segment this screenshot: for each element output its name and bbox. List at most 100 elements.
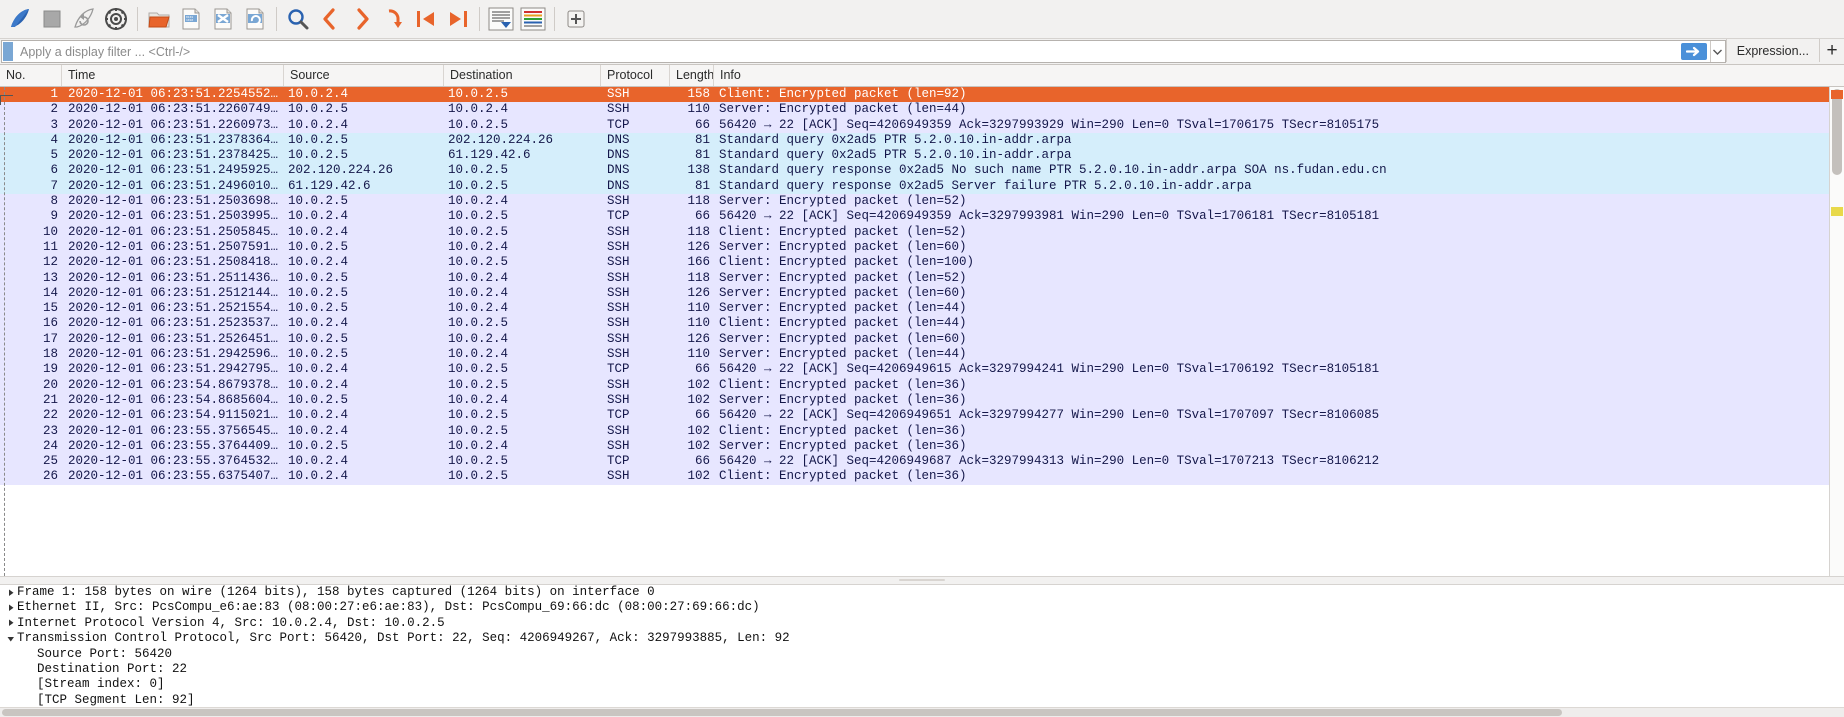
packet-info: Client: Encrypted packet (len=100): [719, 255, 975, 270]
save-file-icon[interactable]: 0101 1010: [175, 3, 207, 35]
table-row[interactable]: 23 2020-12-01 06:23:55.3756545… 10.0.2.4 10…: [0, 423, 1829, 439]
bookmark-icon[interactable]: [3, 42, 13, 61]
chevron-right-icon[interactable]: [4, 585, 17, 600]
table-row[interactable]: 18 2020-12-01 06:23:51.2942596… 10.0.2.5 10…: [0, 347, 1829, 363]
table-row[interactable]: 7 2020-12-01 06:23:51.2496010… 61.129.42.6…: [0, 178, 1829, 195]
packet-info: Server: Encrypted packet (len=36): [719, 438, 967, 453]
table-row[interactable]: 6 2020-12-01 06:23:51.2495925… 202.120.224…: [0, 163, 1829, 179]
packet-no: 6: [50, 163, 58, 178]
detail-tree-item[interactable]: [TCP Segment Len: 92]: [0, 693, 1844, 707]
packet-no: 24: [42, 438, 58, 453]
filter-expression-button[interactable]: Expression...: [1725, 39, 1819, 62]
detail-tree-item[interactable]: [Stream index: 0]: [0, 677, 1844, 692]
packet-protocol: SSH: [607, 377, 630, 392]
detail-tree-item[interactable]: Ethernet II, Src: PcsCompu_e6:ae:83 (08:…: [0, 600, 1844, 615]
table-row[interactable]: 15 2020-12-01 06:23:51.2521554… 10.0.2.5 10…: [0, 301, 1829, 317]
table-row[interactable]: 13 2020-12-01 06:23:51.2511436… 10.0.2.5 10…: [0, 270, 1829, 286]
scrollbar-thumb[interactable]: [1832, 89, 1842, 175]
packet-protocol: SSH: [607, 239, 630, 254]
display-filter-input[interactable]: Apply a display filter ... <Ctrl-/>: [1, 40, 1726, 63]
chevron-right-icon[interactable]: [4, 600, 17, 615]
horizontal-scrollbar[interactable]: [0, 707, 1844, 717]
table-row[interactable]: 3 2020-12-01 06:23:51.2260973… 10.0.2.4 10.…: [0, 117, 1829, 133]
auto-scroll-icon[interactable]: [485, 3, 517, 35]
detail-tree-item[interactable]: Source Port: 56420: [0, 647, 1844, 662]
find-packet-icon[interactable]: [282, 3, 314, 35]
close-file-icon[interactable]: [207, 3, 239, 35]
table-row[interactable]: 5 2020-12-01 06:23:51.2378425… 10.0.2.5 61.…: [0, 148, 1829, 164]
packet-destination: 10.0.2.4: [448, 239, 509, 254]
packet-rows[interactable]: 1 2020-12-01 06:23:51.2254552… 10.0.2.4 10.…: [0, 87, 1829, 576]
table-row[interactable]: 25 2020-12-01 06:23:55.3764532… 10.0.2.4 10…: [0, 454, 1829, 470]
table-row[interactable]: 9 2020-12-01 06:23:51.2503995… 10.0.2.4 10.…: [0, 209, 1829, 225]
start-capture-icon[interactable]: [4, 3, 36, 35]
table-row[interactable]: 21 2020-12-01 06:23:54.8685604… 10.0.2.5 10…: [0, 392, 1829, 409]
table-row[interactable]: 11 2020-12-01 06:23:51.2507591… 10.0.2.5 10…: [0, 239, 1829, 256]
table-row[interactable]: 22 2020-12-01 06:23:54.9115021… 10.0.2.4 10…: [0, 408, 1829, 424]
add-filter-button[interactable]: +: [1819, 39, 1844, 62]
column-header-time[interactable]: Time: [62, 65, 284, 86]
go-forward-icon[interactable]: [346, 3, 378, 35]
detail-tree-item[interactable]: Internet Protocol Version 4, Src: 10.0.2…: [0, 616, 1844, 631]
chevron-right-icon[interactable]: [4, 616, 17, 631]
packet-time: 2020-12-01 06:23:51.2260973…: [68, 117, 279, 132]
packet-info: Standard query 0x2ad5 PTR 5.2.0.10.in-ad…: [719, 132, 1072, 147]
restart-capture-icon[interactable]: [68, 3, 100, 35]
packet-length: 66: [694, 362, 710, 377]
column-header-info[interactable]: Info: [714, 65, 1844, 86]
table-row[interactable]: 10 2020-12-01 06:23:51.2505845… 10.0.2.4 10…: [0, 224, 1829, 240]
packet-no: 7: [50, 178, 58, 193]
capture-options-icon[interactable]: [100, 3, 132, 35]
zoom-in-icon[interactable]: [560, 3, 592, 35]
open-file-icon[interactable]: [143, 3, 175, 35]
table-row[interactable]: 14 2020-12-01 06:23:51.2512144… 10.0.2.5 10…: [0, 285, 1829, 302]
go-to-last-icon[interactable]: [442, 3, 474, 35]
go-back-icon[interactable]: [314, 3, 346, 35]
table-row[interactable]: 17 2020-12-01 06:23:51.2526451… 10.0.2.5 10…: [0, 331, 1829, 348]
packet-time: 2020-12-01 06:23:51.2378364…: [68, 132, 279, 147]
chevron-down-icon[interactable]: [1709, 41, 1725, 62]
detail-tree-item[interactable]: Destination Port: 22: [0, 662, 1844, 677]
stop-capture-icon[interactable]: [36, 3, 68, 35]
toolbar-separator: [137, 7, 138, 31]
pane-splitter[interactable]: [0, 576, 1844, 585]
main-toolbar: 0101 1010: [0, 0, 1844, 39]
table-row[interactable]: 19 2020-12-01 06:23:51.2942795… 10.0.2.4 10…: [0, 362, 1829, 378]
packet-details-pane[interactable]: Frame 1: 158 bytes on wire (1264 bits), …: [0, 585, 1844, 707]
reload-file-icon[interactable]: [239, 3, 271, 35]
filter-input-right-controls: [1680, 41, 1725, 62]
table-row[interactable]: 26 2020-12-01 06:23:55.6375407… 10.0.2.4 10…: [0, 469, 1829, 485]
packet-length: 81: [694, 148, 710, 163]
table-row[interactable]: 1 2020-12-01 06:23:51.2254552… 10.0.2.4 10.…: [0, 87, 1829, 103]
table-row[interactable]: 2 2020-12-01 06:23:51.2260749… 10.0.2.5 10.…: [0, 102, 1829, 118]
table-row[interactable]: 4 2020-12-01 06:23:51.2378364… 10.0.2.5 202…: [0, 132, 1829, 149]
packet-length: 102: [687, 377, 710, 392]
packet-source: 10.0.2.5: [288, 148, 349, 163]
packet-list-scrollbar[interactable]: [1829, 87, 1844, 576]
table-row[interactable]: 12 2020-12-01 06:23:51.2508418… 10.0.2.4 10…: [0, 255, 1829, 271]
packet-info: Client: Encrypted packet (len=36): [719, 377, 967, 392]
packet-info: Server: Encrypted packet (len=44): [719, 347, 967, 362]
packet-protocol: TCP: [607, 454, 630, 469]
packet-protocol: SSH: [607, 469, 630, 484]
packet-length: 126: [687, 331, 710, 346]
packet-rows-container: 1 2020-12-01 06:23:51.2254552… 10.0.2.4 10.…: [0, 87, 1829, 576]
column-header-no[interactable]: No.: [0, 65, 62, 86]
hscrollbar-thumb[interactable]: [2, 709, 1562, 716]
table-row[interactable]: 20 2020-12-01 06:23:54.8679378… 10.0.2.4 10…: [0, 377, 1829, 393]
chevron-down-icon[interactable]: [4, 631, 17, 646]
column-header-source[interactable]: Source: [284, 65, 444, 86]
table-row[interactable]: 8 2020-12-01 06:23:51.2503698… 10.0.2.5 10.…: [0, 194, 1829, 210]
table-row[interactable]: 24 2020-12-01 06:23:55.3764409… 10.0.2.5 10…: [0, 438, 1829, 455]
colorize-icon[interactable]: [517, 3, 549, 35]
column-header-length[interactable]: Length: [670, 65, 714, 86]
arrow-right-icon[interactable]: [1680, 43, 1707, 60]
column-header-protocol[interactable]: Protocol: [601, 65, 670, 86]
detail-tree-item[interactable]: Transmission Control Protocol, Src Port:…: [0, 631, 1844, 646]
detail-tree-item[interactable]: Frame 1: 158 bytes on wire (1264 bits), …: [0, 585, 1844, 600]
table-row[interactable]: 16 2020-12-01 06:23:51.2523537… 10.0.2.4 10…: [0, 316, 1829, 332]
column-header-destination[interactable]: Destination: [444, 65, 601, 86]
packet-time: 2020-12-01 06:23:55.6375407…: [68, 469, 279, 484]
go-to-first-icon[interactable]: [410, 3, 442, 35]
go-to-packet-icon[interactable]: [378, 3, 410, 35]
